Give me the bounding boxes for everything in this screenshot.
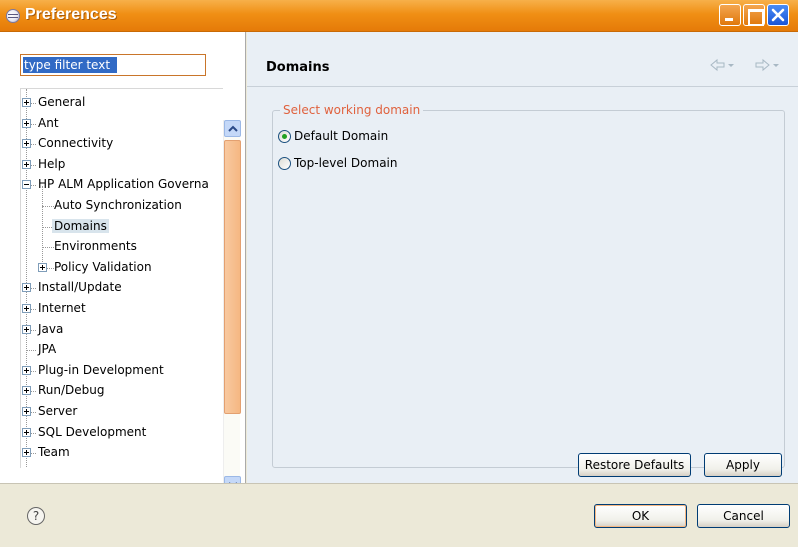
filter-text-value: type filter text <box>24 58 111 72</box>
expand-icon[interactable] <box>22 304 31 313</box>
expand-icon[interactable] <box>22 448 31 458</box>
dialog-footer: ? OK Cancel <box>0 483 798 547</box>
preference-page: Domains Select working domain Default Do… <box>247 32 798 483</box>
preferences-icon <box>6 9 20 23</box>
tree-item[interactable]: HP ALM Application Governa <box>21 175 223 195</box>
scroll-thumb[interactable] <box>224 140 241 414</box>
radio-indicator[interactable] <box>278 157 291 170</box>
tree-item-label: SQL Development <box>38 424 147 439</box>
forward-button[interactable] <box>755 58 779 74</box>
back-button[interactable] <box>710 58 734 74</box>
tree-item-label: Auto Synchronization <box>54 198 182 212</box>
maximize-button[interactable] <box>743 4 765 26</box>
tree-item-label: Team <box>38 445 70 460</box>
page-header: Domains <box>247 50 798 86</box>
tree-item-label: Environments <box>54 239 137 254</box>
tree-connector <box>26 350 36 352</box>
expand-icon[interactable] <box>22 365 31 375</box>
preference-tree[interactable]: General Ant Connectivity Help HP ALM Applica… <box>20 88 223 468</box>
tree-item-label: Help <box>38 156 66 171</box>
back-arrow-icon <box>710 58 734 72</box>
collapse-icon[interactable] <box>22 180 31 190</box>
forward-arrow-icon <box>755 58 779 72</box>
tree-item[interactable]: Policy Validation <box>21 258 223 278</box>
preferences-window: Preferences type filter text General Ant C… <box>0 0 798 547</box>
expand-icon[interactable] <box>38 262 47 272</box>
tree-item-label: Run/Debug <box>38 383 105 398</box>
tree-vertical-scrollbar[interactable] <box>223 120 241 493</box>
tree-item[interactable]: Help <box>21 155 223 175</box>
ok-button[interactable]: OK <box>594 504 687 528</box>
chevron-up-icon <box>228 125 238 132</box>
radio-label: Top-level Domain <box>294 156 398 170</box>
minimize-button[interactable] <box>719 4 741 26</box>
tree-item[interactable]: JPA <box>21 340 223 360</box>
page-title: Domains <box>266 60 330 75</box>
tree-item-label: Java <box>38 321 64 336</box>
tree-item[interactable]: Install/Update <box>21 278 223 298</box>
close-icon <box>771 8 785 22</box>
radio-label: Default Domain <box>294 129 389 143</box>
help-icon[interactable]: ? <box>27 507 45 525</box>
title-bar[interactable]: Preferences <box>0 0 798 32</box>
window-title: Preferences <box>25 6 117 23</box>
expand-icon[interactable] <box>22 118 31 128</box>
tree-item[interactable]: General <box>21 93 223 113</box>
preference-tree-panel: type filter text General Ant Connectivity H… <box>0 32 246 510</box>
tree-item[interactable]: Domains <box>21 217 223 237</box>
tree-item-label: General <box>38 95 86 109</box>
group-label: Select working domain <box>280 103 424 117</box>
expand-icon[interactable] <box>22 159 31 169</box>
tree-item-label: Plug-in Development <box>38 362 164 377</box>
expand-icon[interactable] <box>22 427 31 437</box>
radio-indicator-checked[interactable] <box>278 130 291 143</box>
tree-item[interactable]: Ant <box>21 114 223 134</box>
tree-item-label: Domains <box>52 218 109 233</box>
expand-icon[interactable] <box>22 324 31 334</box>
tree-item-label: HP ALM Application Governa <box>38 177 209 192</box>
expand-icon[interactable] <box>22 98 31 107</box>
expand-icon[interactable] <box>22 139 31 149</box>
tree-item[interactable]: Connectivity <box>21 134 223 154</box>
tree-item[interactable]: Run/Debug <box>21 381 223 401</box>
working-domain-group: Select working domain Default Domain Top… <box>272 103 785 468</box>
expand-icon[interactable] <box>22 283 31 293</box>
apply-button[interactable]: Apply <box>704 453 782 477</box>
expand-icon[interactable] <box>22 407 31 416</box>
close-button[interactable] <box>767 4 789 26</box>
tree-item[interactable]: Java <box>21 320 223 340</box>
tree-item-label: Connectivity <box>38 136 114 151</box>
tree-item-label: Install/Update <box>38 280 122 295</box>
expand-icon[interactable] <box>22 386 31 396</box>
tree-item[interactable]: SQL Development <box>21 423 223 443</box>
scroll-up-button[interactable] <box>224 120 241 137</box>
cancel-button[interactable]: Cancel <box>697 504 790 528</box>
tree-item[interactable]: Team <box>21 443 223 463</box>
header-divider <box>247 86 798 87</box>
tree-item-label: Server <box>38 404 78 418</box>
restore-defaults-button[interactable]: Restore Defaults <box>578 453 691 477</box>
tree-item[interactable]: Plug-in Development <box>21 361 223 381</box>
tree-item-label: Policy Validation <box>54 259 152 274</box>
tree-item[interactable]: Auto Synchronization <box>21 196 223 216</box>
tree-item-label: Internet <box>38 301 86 315</box>
tree-item-label: JPA <box>38 342 57 357</box>
tree-item-label: Ant <box>38 115 59 130</box>
tree-item[interactable]: Internet <box>21 299 223 319</box>
tree-item[interactable]: Environments <box>21 237 223 257</box>
tree-item[interactable]: Server <box>21 402 223 422</box>
